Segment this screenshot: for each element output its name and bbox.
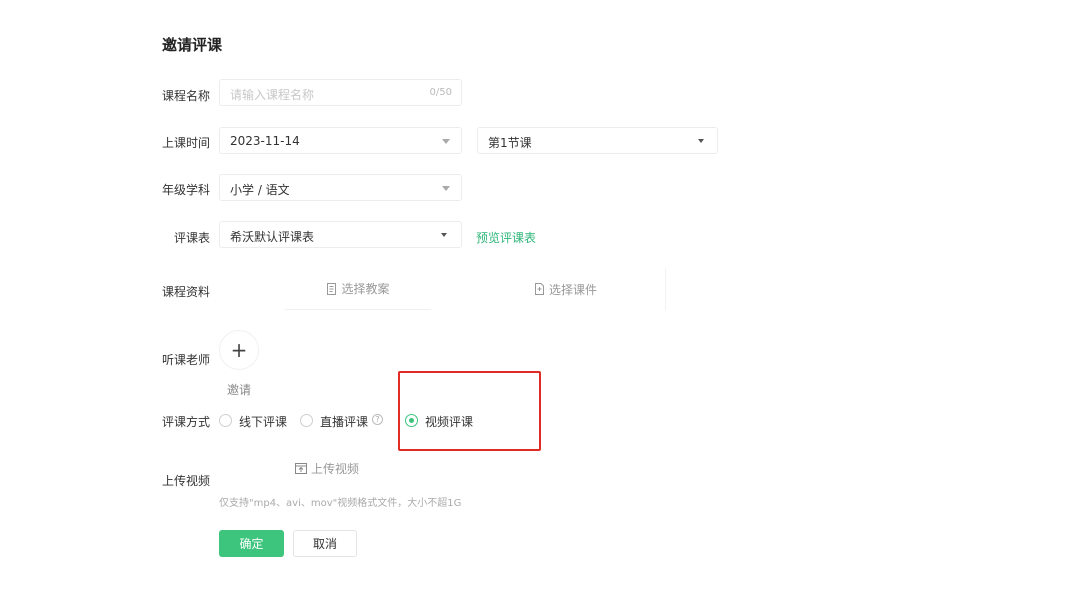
course-name-input[interactable]: 请输入课程名称 0/50 <box>219 79 462 106</box>
course-name-placeholder: 请输入课程名称 <box>230 88 315 102</box>
chevron-down-icon <box>442 186 450 191</box>
radio-live[interactable] <box>300 414 313 427</box>
page-title: 邀请评课 <box>162 36 223 54</box>
confirm-button[interactable]: 确定 <box>219 530 284 557</box>
grade-subject-select[interactable]: 小学 / 语文 <box>219 174 462 201</box>
upload-video-label: 上传视频 <box>162 474 211 488</box>
invite-label[interactable]: 邀请 <box>227 381 251 398</box>
upload-video-button-label: 上传视频 <box>310 461 359 476</box>
radio-offline[interactable] <box>219 414 232 427</box>
file-icon <box>534 283 544 295</box>
upload-hint: 仅支持"mp4、avi、mov"视频格式文件，大小不超1G <box>219 498 462 509</box>
help-icon[interactable]: ? <box>372 414 383 425</box>
radio-live-label[interactable]: 直播评课 <box>320 413 368 430</box>
grade-subject-value: 小学 / 语文 <box>230 183 290 197</box>
select-lesson-plan-label: 选择教案 <box>341 282 390 296</box>
document-icon <box>327 282 337 295</box>
course-name-label: 课程名称 <box>162 89 211 103</box>
evaluation-form-label: 评课表 <box>174 231 211 245</box>
preview-evaluation-form-link[interactable]: 预览评课表 <box>476 229 536 246</box>
video-upload-icon <box>294 463 307 474</box>
method-label: 评课方式 <box>162 415 211 429</box>
upload-video-button[interactable]: 上传视频 <box>262 447 392 489</box>
class-period-value: 第1节课 <box>488 136 532 150</box>
select-lesson-plan-button[interactable]: 选择教案 <box>285 268 431 310</box>
evaluation-form-value: 希沃默认评课表 <box>230 230 315 244</box>
chevron-down-icon <box>441 233 447 237</box>
select-courseware-label: 选择课件 <box>548 282 597 297</box>
course-materials-label: 课程资料 <box>162 285 211 299</box>
class-date-select[interactable]: 2023-11-14 <box>219 127 462 154</box>
select-courseware-button[interactable]: 选择课件 <box>466 268 666 310</box>
class-time-label: 上课时间 <box>162 136 211 150</box>
add-teacher-button[interactable]: + <box>219 330 259 370</box>
radio-offline-label[interactable]: 线下评课 <box>239 413 287 430</box>
teachers-label: 听课老师 <box>162 353 211 367</box>
class-date-value: 2023-11-14 <box>230 134 300 148</box>
chevron-down-icon <box>442 139 450 144</box>
plus-icon: + <box>230 338 248 362</box>
course-name-counter: 0/50 <box>429 87 452 98</box>
evaluation-form-select[interactable]: 希沃默认评课表 <box>219 221 462 248</box>
highlight-annotation-box <box>398 371 541 451</box>
chevron-down-icon <box>698 139 704 143</box>
class-period-select[interactable]: 第1节课 <box>477 127 718 154</box>
grade-subject-label: 年级学科 <box>162 183 211 197</box>
cancel-button[interactable]: 取消 <box>293 530 357 557</box>
